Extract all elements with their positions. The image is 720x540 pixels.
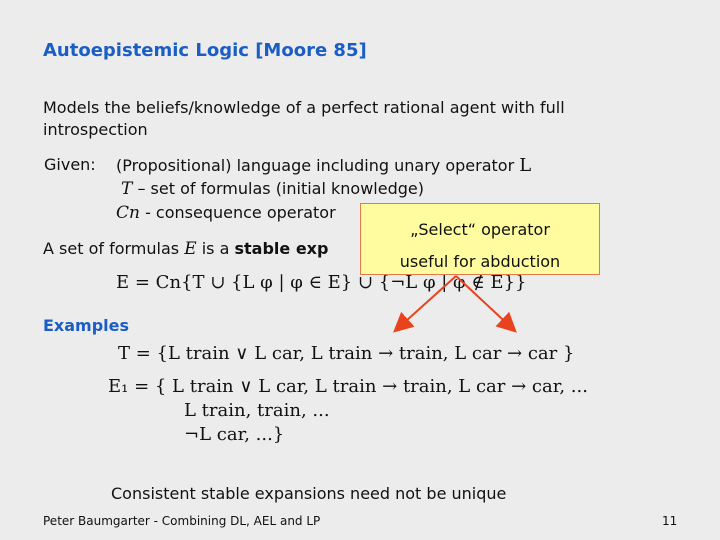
intro-line-2: introspection	[43, 120, 148, 139]
symbol-T: T	[121, 179, 133, 199]
stable-prefix: A set of formulas	[43, 239, 180, 258]
given-line-1-text: (Propositional) language including unary…	[116, 156, 515, 175]
given-line-1: (Propositional) language including unary…	[116, 155, 531, 176]
given-label: Given:	[44, 155, 96, 174]
callout-line-1: „Select“ operator	[410, 220, 550, 239]
callout-line-2: useful for abduction	[399, 252, 561, 271]
stable-mid: is a	[201, 239, 230, 258]
given-line-3: Cn - consequence operator	[116, 203, 336, 223]
footer-author: Peter Baumgarter - Combining DL, AEL and…	[43, 514, 321, 528]
symbol-Cn: Cn	[116, 203, 140, 223]
given-line-2: T – set of formulas (initial knowledge)	[121, 179, 424, 199]
symbol-E: E	[184, 239, 197, 259]
examples-heading: Examples	[43, 316, 130, 335]
example-E1-line-1: E₁ = { L train ∨ L car, L train → train,…	[108, 376, 588, 397]
select-operator-callout: „Select“ operator useful for abduction	[360, 203, 600, 275]
example-E1-line-3: ¬L car, ...}	[184, 424, 285, 445]
stable-definition: A set of formulas E is a stable exp	[43, 239, 328, 259]
stable-formula: E = Cn{T ∪ {L φ | φ ∈ E} ∪ {¬L φ | φ ∉ E…	[116, 272, 527, 293]
given-line-2-text: – set of formulas (initial knowledge)	[137, 179, 424, 198]
example-E1-line-2: L train, train, ...	[184, 400, 330, 421]
stable-bold: stable exp	[234, 239, 329, 258]
intro-line-1: Models the beliefs/knowledge of a perfec…	[43, 98, 565, 117]
page-number: 11	[662, 514, 678, 528]
given-line-3-text: - consequence operator	[145, 203, 336, 222]
operator-L: L	[519, 155, 532, 176]
conclusion-text: Consistent stable expansions need not be…	[111, 484, 507, 503]
slide-title: Autoepistemic Logic [Moore 85]	[43, 40, 367, 61]
example-T: T = {L train ∨ L car, L train → train, L…	[118, 343, 575, 364]
